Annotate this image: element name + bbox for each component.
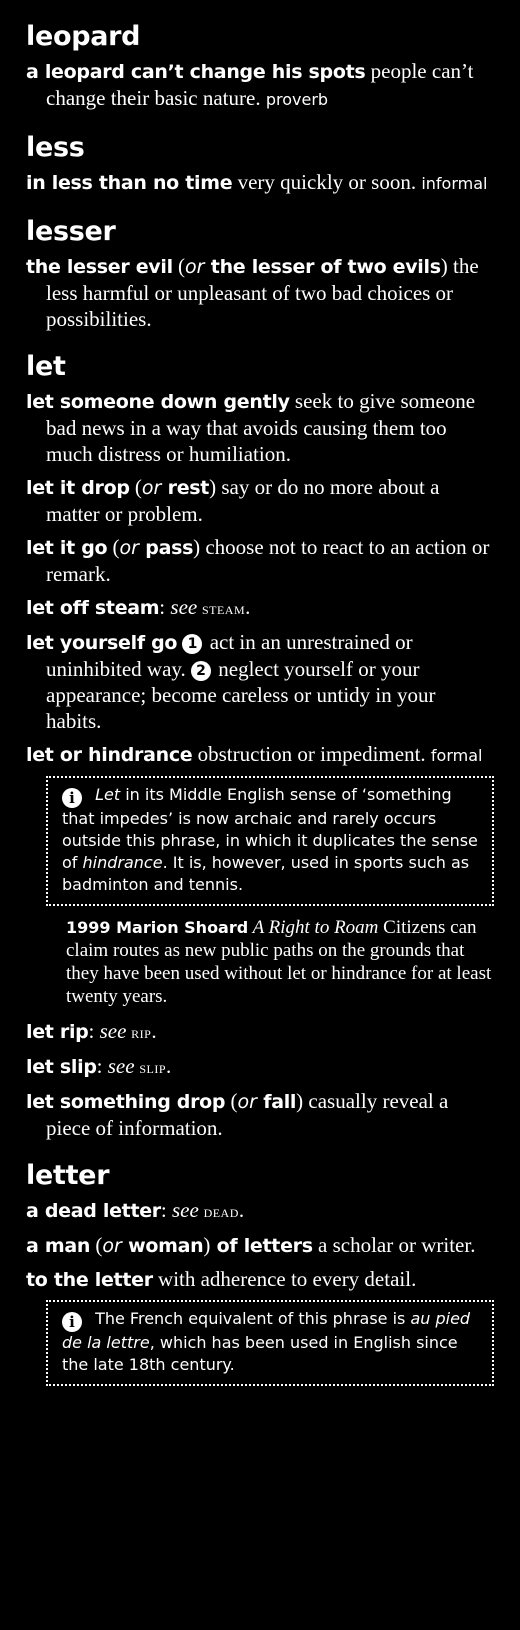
phrase: let something drop bbox=[26, 1091, 226, 1113]
sense: to the letter with adherence to every de… bbox=[26, 1266, 494, 1293]
sense: let it go (or pass) choose not to react … bbox=[26, 534, 494, 587]
sense: a man (or woman) of letters a scholar or… bbox=[26, 1232, 494, 1259]
cross-reference-link[interactable]: rip bbox=[126, 1023, 151, 1042]
phrase: let off steam bbox=[26, 597, 160, 619]
entry-let: let let someone down gently seek to give… bbox=[26, 352, 494, 1141]
note-italic: Let bbox=[95, 785, 121, 804]
sense: let something drop (or fall) casually re… bbox=[26, 1088, 494, 1141]
sense: let someone down gently seek to give som… bbox=[26, 388, 494, 467]
phrase: let or hindrance bbox=[26, 744, 193, 766]
quote-year: 1999 bbox=[66, 918, 111, 937]
phrase-variant: the lesser of two evils bbox=[204, 256, 441, 278]
colon: : bbox=[96, 1054, 108, 1078]
colon: : bbox=[160, 1198, 172, 1222]
circled-number-icon: 1 bbox=[182, 634, 203, 654]
cross-reference-link[interactable]: slip bbox=[135, 1058, 166, 1077]
see-label: see bbox=[99, 1019, 127, 1043]
definition: very quickly or soon. bbox=[232, 170, 417, 194]
phrase: of letters bbox=[210, 1235, 313, 1257]
sense: in less than no time very quickly or soo… bbox=[26, 169, 494, 197]
phrase: in less than no time bbox=[26, 172, 233, 194]
sense: let off steam: see steam. bbox=[26, 594, 494, 622]
paren: ) bbox=[440, 254, 448, 278]
colon: : bbox=[159, 595, 171, 619]
circled-number-icon: 2 bbox=[191, 661, 212, 681]
phrase: let slip bbox=[26, 1056, 97, 1078]
phrase: let yourself go bbox=[26, 632, 178, 654]
phrase-variant: woman bbox=[121, 1235, 204, 1257]
period: . bbox=[245, 595, 251, 619]
definition: obstruction or impediment. bbox=[192, 742, 426, 766]
usage-label: proverb bbox=[265, 90, 329, 109]
note-italic: hindrance bbox=[82, 853, 163, 872]
paren: ( bbox=[172, 254, 186, 278]
paren: ( bbox=[107, 535, 120, 559]
see-label: see bbox=[107, 1054, 135, 1078]
dictionary-page: leopard a leopard can’t change his spots… bbox=[0, 0, 520, 1386]
phrase: to the letter bbox=[26, 1269, 153, 1291]
usage-label: formal bbox=[430, 746, 483, 765]
sense: a dead letter: see dead. bbox=[26, 1197, 494, 1225]
paren: ( bbox=[90, 1233, 103, 1257]
phrase: let it drop bbox=[26, 477, 130, 499]
phrase: the lesser evil bbox=[26, 256, 173, 278]
entry-lesser: lesser the lesser evil (or the lesser of… bbox=[26, 217, 494, 332]
cross-reference-link[interactable]: steam bbox=[197, 599, 245, 618]
sense: let slip: see slip. bbox=[26, 1053, 494, 1081]
usage-label: informal bbox=[421, 174, 488, 193]
sense: let it drop (or rest) say or do no more … bbox=[26, 474, 494, 527]
quote-author: Marion Shoard bbox=[110, 918, 249, 937]
sense: a leopard can’t change his spots people … bbox=[26, 58, 494, 113]
definition: with adherence to every detail. bbox=[152, 1267, 417, 1291]
headword: leopard bbox=[26, 21, 141, 52]
headword: less bbox=[26, 132, 85, 163]
or-word: or bbox=[185, 256, 205, 278]
note-text: The French equivalent of this phrase is bbox=[90, 1309, 411, 1328]
colon: : bbox=[88, 1019, 100, 1043]
phrase: a dead letter bbox=[26, 1200, 161, 1222]
headword: lesser bbox=[26, 216, 116, 247]
see-label: see bbox=[170, 595, 198, 619]
or-word: or bbox=[102, 1235, 122, 1257]
info-icon: i bbox=[62, 788, 82, 808]
phrase: a leopard can’t change his spots bbox=[26, 61, 366, 83]
phrase-variant: rest bbox=[161, 477, 210, 499]
headword: let bbox=[26, 351, 66, 382]
phrase: let someone down gently bbox=[26, 391, 290, 413]
phrase-variant: fall bbox=[256, 1091, 297, 1113]
paren: ( bbox=[129, 475, 142, 499]
entry-leopard: leopard a leopard can’t change his spots… bbox=[26, 22, 494, 113]
paren: ( bbox=[225, 1089, 238, 1113]
usage-note: i Let in its Middle English sense of ‘so… bbox=[46, 776, 494, 906]
phrase-variant: pass bbox=[138, 537, 194, 559]
or-word: or bbox=[237, 1091, 257, 1113]
entry-less: less in less than no time very quickly o… bbox=[26, 133, 494, 197]
sense: let yourself go 1 act in an unrestrained… bbox=[26, 629, 494, 734]
see-label: see bbox=[171, 1198, 199, 1222]
period: . bbox=[151, 1019, 157, 1043]
phrase: let rip bbox=[26, 1021, 89, 1043]
headword: letter bbox=[26, 1160, 110, 1191]
quote-title: A Right to Roam bbox=[248, 917, 379, 938]
sense: let rip: see rip. bbox=[26, 1018, 494, 1046]
usage-note: i The French equivalent of this phrase i… bbox=[46, 1300, 494, 1386]
entry-letter: letter a dead letter: see dead. a man (o… bbox=[26, 1161, 494, 1386]
sense: the lesser evil (or the lesser of two ev… bbox=[26, 253, 494, 332]
or-word: or bbox=[119, 537, 139, 559]
phrase: a man bbox=[26, 1235, 91, 1257]
quotation: 1999 Marion Shoard A Right to Roam Citiz… bbox=[66, 916, 494, 1008]
or-word: or bbox=[141, 477, 162, 499]
info-icon: i bbox=[62, 1312, 82, 1332]
sense: let or hindrance obstruction or impedime… bbox=[26, 741, 494, 769]
phrase: let it go bbox=[26, 537, 108, 559]
period: . bbox=[166, 1054, 172, 1078]
period: . bbox=[238, 1198, 245, 1222]
definition: a scholar or writer. bbox=[312, 1233, 476, 1257]
cross-reference-link[interactable]: dead bbox=[199, 1202, 239, 1221]
